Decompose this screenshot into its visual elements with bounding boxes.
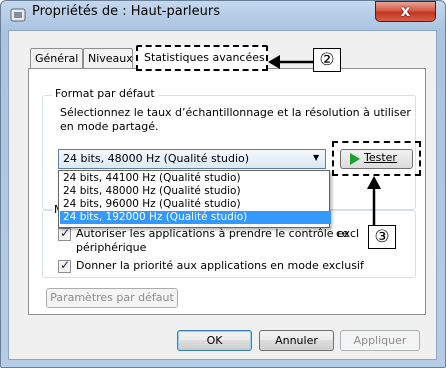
close-button[interactable]: x [375, 1, 436, 22]
callout-arrow-2 [268, 55, 314, 69]
dropdown-option[interactable]: 24 bits, 44100 Hz (Qualité studio) [60, 172, 331, 185]
allow-exclusive-checkbox[interactable] [58, 226, 71, 241]
dropdown-option-highlighted[interactable]: 24 bits, 192000 Hz (Qualité studio) [60, 211, 331, 224]
tab-advanced[interactable]: Statistiques avancées [136, 45, 268, 71]
allow-exclusive-label: Autoriser les applications à prendre le … [76, 227, 360, 240]
dropdown-option[interactable]: 24 bits, 48000 Hz (Qualité studio) [60, 185, 331, 198]
test-label-text: Tester [364, 151, 397, 164]
default-format-description: Sélectionnez le taux d’échantillonnage e… [60, 106, 411, 133]
exclusive-priority-label: Donner la priorité aux applications en m… [76, 259, 364, 272]
allow-exclusive-label-tail: ce [336, 227, 349, 240]
tab-levels[interactable]: Niveaux [83, 48, 133, 69]
restore-defaults-button[interactable]: Paramètres par défaut [46, 288, 178, 308]
cancel-button[interactable]: Annuler [259, 330, 334, 351]
speaker-properties-icon [10, 8, 26, 22]
apply-button[interactable]: Appliquer [340, 330, 420, 351]
sample-rate-dropdown-list: 24 bits, 44100 Hz (Qualité studio) 24 bi… [58, 170, 331, 228]
callout-2: ② [313, 48, 341, 72]
play-icon [350, 153, 360, 165]
callout-arrow-3 [367, 176, 381, 226]
tab-general[interactable]: Général [30, 48, 83, 69]
test-button-label: Tester [364, 151, 397, 164]
default-format-title: Format par défaut [52, 87, 158, 100]
callout-3: ③ [368, 225, 396, 249]
close-icon: x [400, 2, 411, 20]
dropdown-option[interactable]: 24 bits, 96000 Hz (Qualité studio) [60, 198, 331, 211]
ok-button[interactable]: OK [177, 330, 252, 351]
window-title: Propriétés de : Haut-parleurs [32, 4, 221, 19]
exclusive-priority-checkbox[interactable] [58, 258, 71, 273]
allow-exclusive-label-line2: périphérique [76, 241, 147, 254]
chevron-down-icon[interactable]: ▼ [313, 153, 319, 162]
sample-rate-select[interactable]: 24 bits, 48000 Hz (Qualité studio) [58, 149, 326, 169]
